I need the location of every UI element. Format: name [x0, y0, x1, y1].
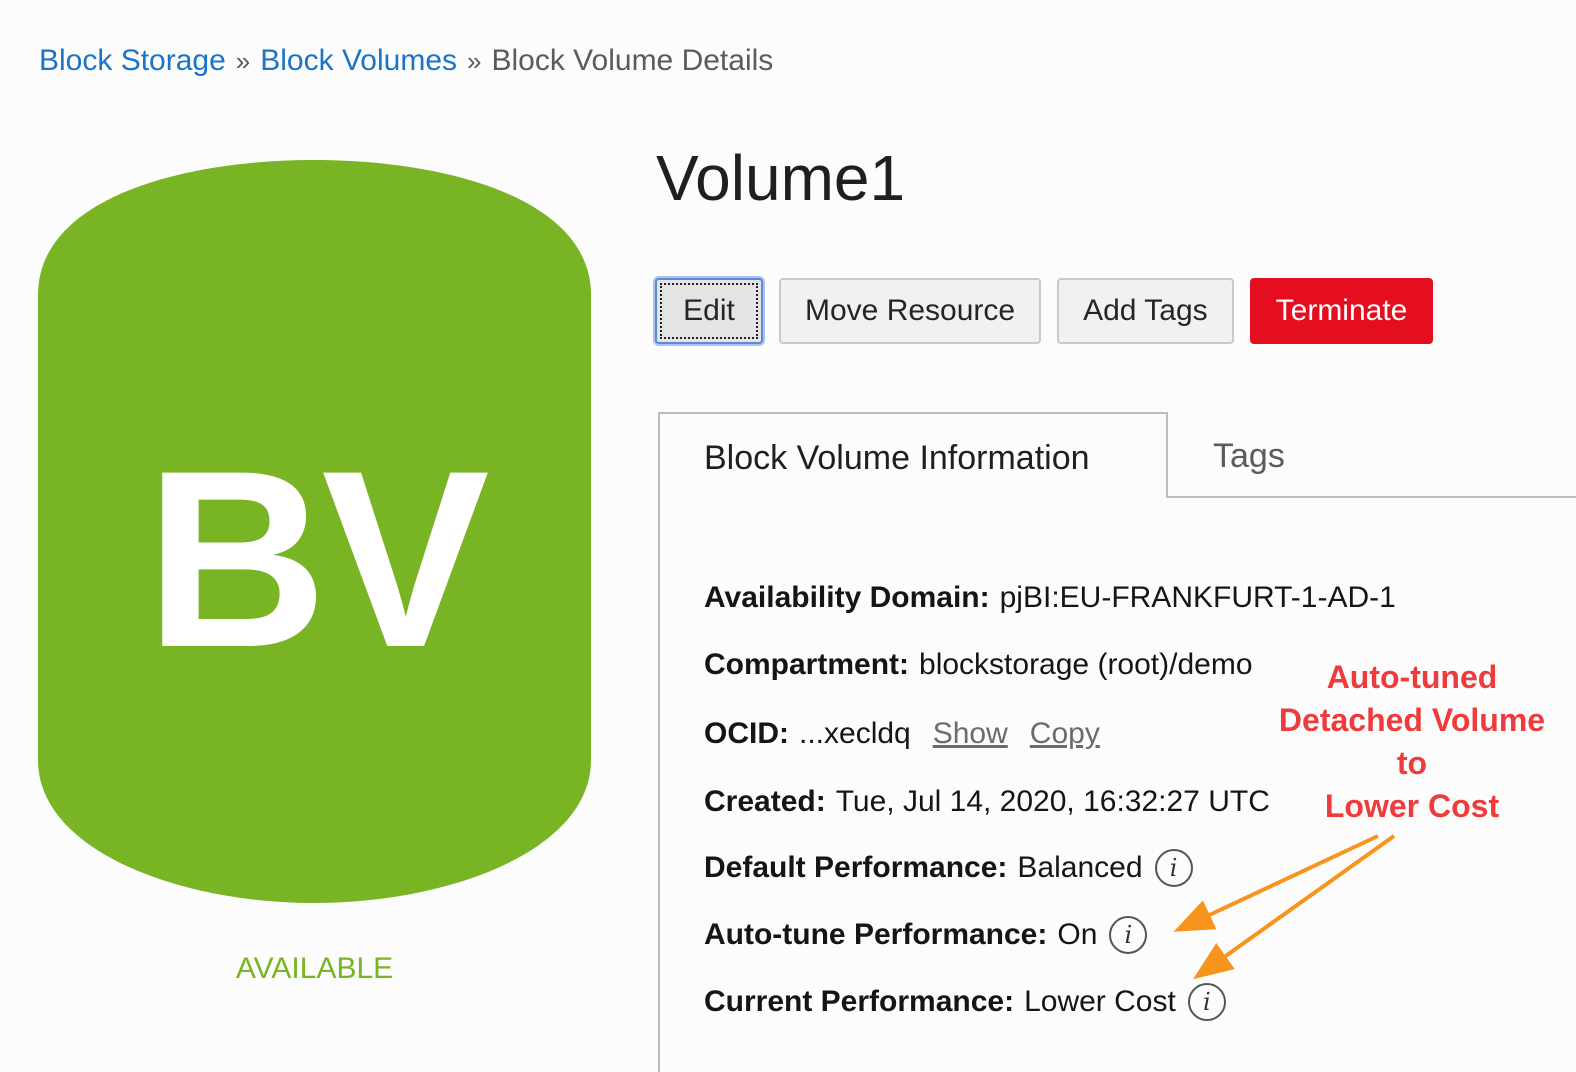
autotune-performance-label: Auto-tune Performance:	[704, 918, 1048, 951]
default-performance-value: Balanced	[1017, 851, 1143, 884]
annotation-line: Lower Cost	[1324, 788, 1500, 824]
compartment-value: blockstorage (root)/demo	[919, 648, 1253, 681]
status-label: AVAILABLE	[235, 952, 394, 985]
autotune-performance-value: On	[1057, 918, 1098, 951]
tab-block-volume-information[interactable]: Block Volume Information	[658, 412, 1168, 498]
default-performance-label: Default Performance:	[704, 851, 1008, 884]
breadcrumb-block-storage[interactable]: Block Storage	[39, 44, 226, 77]
callout-annotation: Auto-tuned Detached Volume to Lower Cost	[1262, 656, 1562, 828]
availability-domain-value: pjBI:EU-FRANKFURT-1-AD-1	[999, 581, 1396, 614]
action-toolbar: Edit Move Resource Add Tags Terminate	[655, 278, 1434, 344]
current-performance-value: Lower Cost	[1024, 985, 1176, 1018]
panel-border	[658, 496, 660, 1072]
ocid-copy-link[interactable]: Copy	[1030, 714, 1100, 754]
availability-domain-row: Availability Domain: pjBI:EU-FRANKFURT-1…	[704, 578, 1396, 618]
default-performance-row: Default Performance: Balanced i	[704, 848, 1193, 888]
move-resource-button[interactable]: Move Resource	[779, 278, 1042, 344]
breadcrumb-separator: »	[467, 46, 482, 76]
breadcrumb-block-volumes[interactable]: Block Volumes	[260, 44, 457, 77]
block-volume-details-page: Block Storage » Block Volumes » Block Volume…	[0, 0, 1576, 1072]
tab-tags[interactable]: Tags	[1213, 412, 1285, 498]
terminate-button[interactable]: Terminate	[1249, 278, 1434, 344]
autotune-performance-row: Auto-tune Performance: On i	[704, 915, 1148, 955]
page-title: Volume1	[656, 142, 906, 214]
current-performance-label: Current Performance:	[704, 985, 1015, 1018]
breadcrumb-separator: »	[235, 46, 251, 76]
current-performance-row: Current Performance: Lower Cost i	[704, 982, 1226, 1022]
info-icon[interactable]: i	[1187, 983, 1226, 1021]
availability-domain-label: Availability Domain:	[704, 581, 990, 614]
ocid-label: OCID:	[704, 717, 789, 750]
compartment-label: Compartment:	[704, 648, 910, 681]
ocid-row: OCID: ...xecldq Show Copy	[704, 714, 1100, 754]
edit-button[interactable]: Edit	[655, 278, 763, 344]
created-label: Created:	[704, 785, 826, 818]
ocid-value: ...xecldq	[799, 717, 911, 750]
breadcrumb: Block Storage » Block Volumes » Block Volume…	[39, 44, 773, 78]
compartment-row: Compartment: blockstorage (root)/demo	[704, 645, 1253, 685]
info-icon[interactable]: i	[1109, 916, 1148, 954]
annotation-line: Auto-tuned	[1326, 659, 1498, 695]
resource-abbreviation: BV	[145, 419, 489, 700]
info-icon[interactable]: i	[1154, 849, 1193, 887]
created-row: Created: Tue, Jul 14, 2020, 16:32:27 UTC	[704, 782, 1270, 822]
annotation-line: to	[1396, 745, 1428, 781]
ocid-show-link[interactable]: Show	[933, 714, 1008, 754]
breadcrumb-current: Block Volume Details	[491, 44, 774, 77]
block-volume-icon: BV	[38, 160, 591, 903]
created-value: Tue, Jul 14, 2020, 16:32:27 UTC	[835, 785, 1270, 818]
annotation-line: Detached Volume	[1278, 702, 1546, 738]
add-tags-button[interactable]: Add Tags	[1057, 278, 1234, 344]
